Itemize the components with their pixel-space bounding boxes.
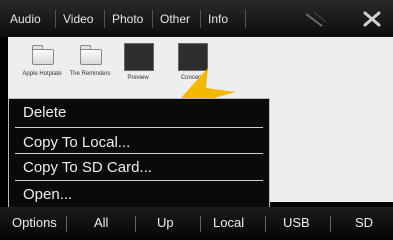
menu-item-delete[interactable]: Delete xyxy=(9,101,269,125)
menu-divider xyxy=(15,180,263,181)
signal-icon xyxy=(300,8,330,30)
up-button[interactable]: Up xyxy=(157,215,174,230)
toolbar-divider xyxy=(330,216,331,232)
toolbar-divider xyxy=(66,216,67,232)
sd-button[interactable]: SD xyxy=(355,215,373,230)
menu-divider xyxy=(15,153,263,154)
file-name: Preview xyxy=(127,75,149,81)
file-item[interactable]: Preview xyxy=(112,41,164,101)
media-browser-screen: Audio Video Photo Other Info Apple Hotpl… xyxy=(0,0,393,240)
all-button[interactable]: All xyxy=(94,215,108,230)
options-button[interactable]: Options xyxy=(12,215,57,230)
menu-item-open[interactable]: Open... xyxy=(9,183,269,207)
tab-divider xyxy=(104,10,105,28)
folder-icon xyxy=(76,43,104,69)
menu-item-copy-to-sd-card[interactable]: Copy To SD Card... xyxy=(9,156,269,180)
tab-audio[interactable]: Audio xyxy=(10,12,41,26)
file-item[interactable]: The Reminders xyxy=(64,41,116,101)
folder-icon xyxy=(28,43,56,69)
file-name: The Reminders xyxy=(69,71,111,77)
local-button[interactable]: Local xyxy=(213,215,244,230)
tab-video[interactable]: Video xyxy=(63,12,93,26)
tab-other[interactable]: Other xyxy=(160,12,190,26)
file-name: Apple Hotplate xyxy=(22,71,62,77)
usb-button[interactable]: USB xyxy=(283,215,310,230)
tab-divider xyxy=(55,10,56,28)
bottom-toolbar: Options All Up Local USB SD xyxy=(0,207,393,240)
photo-thumbnail xyxy=(124,43,154,71)
tab-photo[interactable]: Photo xyxy=(112,12,143,26)
toolbar-divider xyxy=(200,216,201,232)
toolbar-divider xyxy=(135,216,136,232)
tab-divider xyxy=(200,10,201,28)
tab-divider xyxy=(152,10,153,28)
toolbar-divider xyxy=(265,216,266,232)
top-tab-bar: Audio Video Photo Other Info xyxy=(0,0,393,37)
context-menu: Delete Copy To Local... Copy To SD Card.… xyxy=(8,98,270,210)
tab-divider xyxy=(245,10,246,28)
menu-item-copy-to-local[interactable]: Copy To Local... xyxy=(9,131,269,155)
file-item[interactable]: Apple Hotplate xyxy=(16,41,68,101)
close-icon[interactable] xyxy=(358,8,386,30)
tab-info[interactable]: Info xyxy=(208,12,228,26)
menu-divider xyxy=(15,127,263,128)
